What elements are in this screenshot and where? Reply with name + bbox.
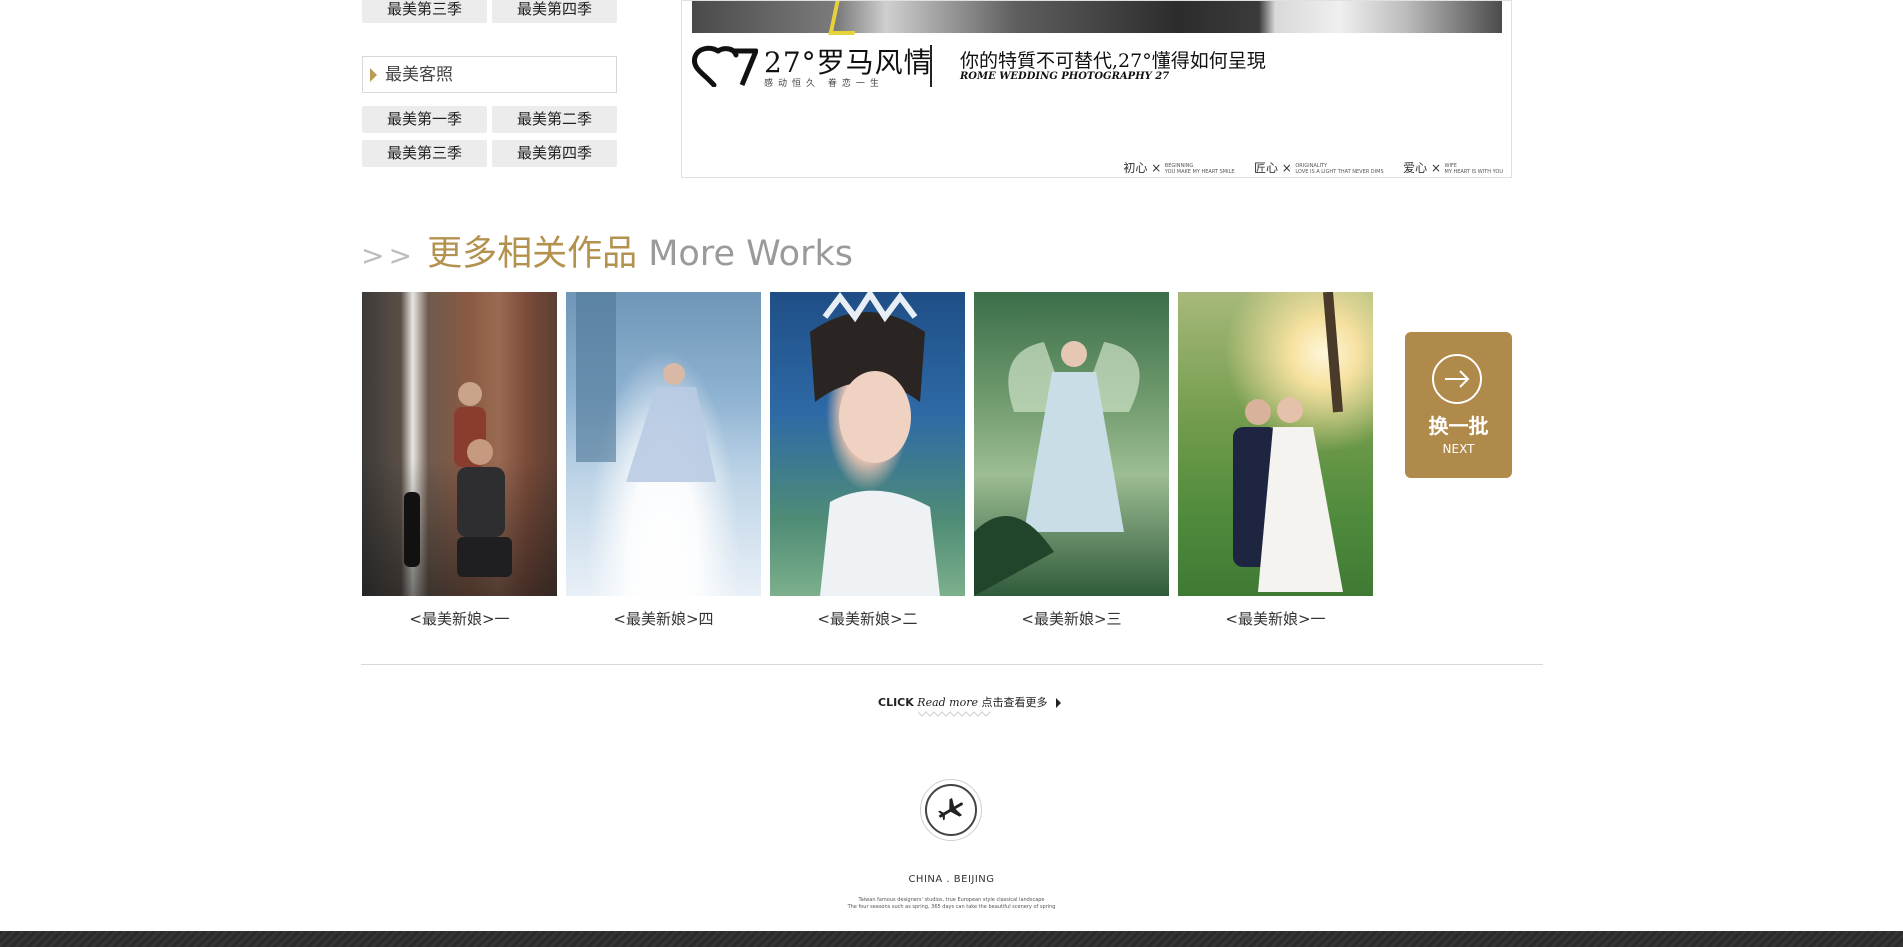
next-batch-label: 换一批 xyxy=(1428,414,1489,438)
next-batch-label-en: NEXT xyxy=(1442,442,1475,456)
sidebar-top-season-4[interactable]: 最美第四季 xyxy=(492,0,617,23)
work-caption[interactable]: <最美新娘>一 xyxy=(362,608,557,629)
section-divider xyxy=(361,664,1543,665)
tag-small-text: WIFE MY HEART IS WITH YOU xyxy=(1444,163,1504,175)
banner-tag: 初心 × BEGINNING YOU MAKE MY HEART SMILE xyxy=(1123,159,1234,176)
work-caption[interactable]: <最美新娘>二 xyxy=(770,608,965,629)
read-more-link[interactable]: CLICK Read more 点击查看更多 xyxy=(878,694,1061,710)
airplane-icon xyxy=(925,784,977,836)
sidebar-season-3[interactable]: 最美第三季 xyxy=(362,140,487,167)
heading-arrows: >> xyxy=(361,239,416,272)
sidebar-top-season-3[interactable]: 最美第三季 xyxy=(362,0,487,23)
play-triangle-icon xyxy=(1056,698,1061,708)
section-arrow-icon xyxy=(370,68,377,82)
banner-tag: 匠心 × ORIGINALITY LOVE IS A LIGHT THAT NEV… xyxy=(1254,159,1384,176)
airplane-badge xyxy=(920,779,982,841)
work-thumb-5[interactable] xyxy=(1178,292,1373,596)
work-thumb-2[interactable] xyxy=(566,292,761,596)
tag-label: 爱心 × xyxy=(1403,161,1441,175)
zigzag-underline-icon xyxy=(918,711,991,717)
sidebar-season-2[interactable]: 最美第二季 xyxy=(492,106,617,133)
read-more-zh: 点击查看更多 xyxy=(981,696,1048,709)
couple-figures xyxy=(404,382,512,577)
next-batch-button[interactable]: 换一批 NEXT xyxy=(1405,332,1512,478)
tag-label: 初心 × xyxy=(1123,161,1162,175)
sidebar-season-4[interactable]: 最美第四季 xyxy=(492,140,617,167)
sidebar-season-1[interactable]: 最美第一季 xyxy=(362,106,487,133)
footer-fine-print-1: Taiwan famous designers' studios, true E… xyxy=(858,897,1045,903)
footer-bar xyxy=(0,931,1903,947)
banner-tag: 爱心 × WIFE MY HEART IS WITH YOU xyxy=(1403,159,1503,176)
arrow-right-icon xyxy=(1432,354,1482,404)
heading-en: More Works xyxy=(648,234,853,274)
work-thumb-4[interactable] xyxy=(974,292,1169,596)
sidebar-section-guest-photos[interactable]: 最美客照 xyxy=(362,56,617,93)
brand-name: 27°罗马风情 xyxy=(764,46,933,79)
banner-divider xyxy=(930,45,932,87)
banner-photo xyxy=(692,1,1502,35)
work-caption[interactable]: <最美新娘>一 xyxy=(1178,608,1373,629)
brand-banner[interactable]: 27°罗马风情 感动恒久 眷恋一生 你的特質不可替代,27°懂得如何呈現 ROM… xyxy=(681,0,1512,178)
banner-slogan-en: ROME WEDDING PHOTOGRAPHY 27 xyxy=(960,71,1170,82)
more-works-heading: >> 更多相关作品 More Works xyxy=(361,225,853,276)
brand-logo-icon xyxy=(692,45,758,87)
work-thumb-1[interactable] xyxy=(362,292,557,596)
heading-zh: 更多相关作品 xyxy=(427,234,638,274)
fairy-figure xyxy=(974,341,1140,596)
yellow-brush-mark xyxy=(828,1,862,35)
footer-location: CHINA . BEIJING xyxy=(908,874,995,885)
footer-fine-print-2: The four seasons such as spring, 365 day… xyxy=(847,904,1056,910)
work-thumb-3[interactable] xyxy=(770,292,965,596)
work-caption[interactable]: <最美新娘>四 xyxy=(566,608,761,629)
brand-subtitle: 感动恒久 眷恋一生 xyxy=(764,79,884,89)
tag-small-text: ORIGINALITY LOVE IS A LIGHT THAT NEVER DI… xyxy=(1295,163,1384,175)
tag-small-text: BEGINNING YOU MAKE MY HEART SMILE xyxy=(1164,163,1235,175)
bride-figure xyxy=(576,292,716,482)
read-more-text: Read more xyxy=(917,696,978,709)
read-more-click: CLICK xyxy=(878,696,914,709)
work-caption[interactable]: <最美新娘>三 xyxy=(974,608,1169,629)
banner-tags: 初心 × BEGINNING YOU MAKE MY HEART SMILE 匠心… xyxy=(1107,159,1503,176)
banner-slogan: 你的特質不可替代,27°懂得如何呈現 xyxy=(960,50,1266,72)
bride-portrait xyxy=(810,292,940,596)
section-title: 最美客照 xyxy=(385,65,453,85)
kissing-couple xyxy=(1233,292,1343,592)
tag-label: 匠心 × xyxy=(1253,161,1292,175)
